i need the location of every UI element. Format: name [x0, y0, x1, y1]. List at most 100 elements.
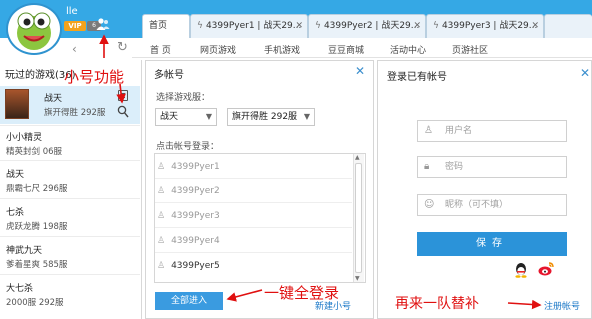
- refresh-icon[interactable]: ↻: [117, 40, 128, 55]
- account-name: 4399Pyer2: [171, 186, 220, 196]
- annotation-small-account: 小号功能: [64, 68, 125, 86]
- close-icon[interactable]: ✕: [355, 64, 365, 78]
- divider: [0, 160, 140, 161]
- game-name[interactable]: 战天: [6, 167, 24, 180]
- tab-label: 首页: [149, 21, 168, 31]
- divider: [155, 178, 352, 179]
- lightning-icon: ϟ: [315, 21, 321, 31]
- lightning-icon: ϟ: [197, 21, 203, 31]
- scroll-up-icon[interactable]: ▲: [355, 154, 360, 161]
- close-icon[interactable]: ✕: [413, 15, 421, 37]
- password-placeholder: 密码: [445, 162, 464, 172]
- tab-account-1[interactable]: ϟ 4399Pyer1 | 战天29... ✕: [190, 14, 308, 38]
- enter-all-button[interactable]: 全部进入: [155, 292, 223, 310]
- game-server: 虎跃龙腾 198服: [6, 222, 68, 232]
- tab-label: 4399Pyer1 | 战天29...: [205, 21, 302, 31]
- game-server: 鼎霸七尺 296服: [6, 184, 68, 194]
- nav-doudou-mall[interactable]: 豆豆商城: [328, 43, 364, 56]
- chevron-down-icon: ▼: [303, 112, 310, 121]
- account-item[interactable]: ♙ 4399Pyer2: [157, 186, 220, 196]
- nav-web-games[interactable]: 网页游戏: [200, 43, 236, 56]
- chevron-down-icon: ▼: [205, 112, 212, 121]
- game-name[interactable]: 小小精灵: [6, 130, 42, 143]
- account-name: 4399Pyer4: [171, 236, 220, 246]
- divider: [0, 125, 140, 126]
- scrollbar-thumb[interactable]: [355, 163, 362, 273]
- user-icon: ♙: [157, 261, 166, 271]
- register-link[interactable]: 注册帐号: [544, 299, 580, 312]
- user-icon: ♙: [157, 186, 166, 196]
- game-name[interactable]: 神武九天: [6, 243, 42, 256]
- username-placeholder: 用户名: [445, 126, 473, 136]
- game-server: 旗开得胜 292服: [44, 108, 106, 118]
- tab-label: 4399Pyer2 | 战天29...: [323, 21, 420, 31]
- user-icon: ♙: [157, 211, 166, 221]
- panel-title: 多帐号: [154, 70, 184, 81]
- small-account-search-icon[interactable]: [117, 105, 129, 118]
- divider: [155, 252, 352, 253]
- divider: [0, 198, 140, 199]
- account-item[interactable]: ♙ 4399Pyer4: [157, 236, 220, 246]
- nickname-placeholder: 昵称（可不填）: [445, 200, 509, 210]
- divider: [0, 236, 140, 237]
- divider: [155, 202, 352, 203]
- user-icon: ♙: [157, 162, 166, 172]
- account-name: 4399Pyer1: [171, 162, 220, 172]
- select-server-label: 选择游戏服：: [156, 93, 211, 103]
- username-field[interactable]: ♙ 用户名: [417, 120, 567, 142]
- tab-account-2[interactable]: ϟ 4399Pyer2 | 战天29... ✕: [308, 14, 426, 38]
- click-login-label: 点击帐号登录：: [156, 142, 220, 152]
- account-item[interactable]: ♙ 4399Pyer1: [157, 162, 220, 172]
- lightning-icon: ϟ: [433, 21, 439, 31]
- password-field[interactable]: 🔒︎ 密码: [417, 156, 567, 178]
- user-icon: ♙: [157, 236, 166, 246]
- tab-label: 4399Pyer3 | 战天29...: [441, 21, 538, 31]
- game-name[interactable]: 大七杀: [6, 281, 33, 294]
- weibo-icon[interactable]: [538, 262, 554, 276]
- save-button[interactable]: 保存: [417, 232, 567, 256]
- game-server: 爹着星爽 585服: [6, 260, 68, 270]
- game-server: 精英封剑 06服: [6, 147, 63, 157]
- login-existing-panel: [377, 60, 592, 319]
- tab-overflow[interactable]: [544, 14, 592, 38]
- account-item[interactable]: ♙ 4399Pyer3: [157, 211, 220, 221]
- tab-home[interactable]: 首页: [142, 14, 190, 38]
- divider: [155, 227, 352, 228]
- nav-home[interactable]: 首 页: [150, 43, 171, 56]
- smiley-icon: ☺: [424, 199, 435, 210]
- close-icon[interactable]: ✕: [580, 66, 590, 80]
- back-arrow-icon[interactable]: ‹: [72, 42, 77, 56]
- game-thumbnail: [5, 89, 29, 119]
- close-icon[interactable]: ✕: [531, 15, 539, 37]
- tab-account-3[interactable]: ϟ 4399Pyer3 | 战天29... ✕: [426, 14, 544, 38]
- game-select-value: 战天: [160, 112, 179, 122]
- note-icon[interactable]: [118, 90, 128, 101]
- account-name: 4399Pyer5: [171, 261, 220, 271]
- game-server: 2000服 292服: [6, 298, 64, 308]
- account-item[interactable]: ♙ 4399Pyer5: [157, 261, 220, 271]
- server-select[interactable]: 旗开得胜 292服 ▼: [227, 108, 315, 126]
- game-name: 战天: [44, 94, 63, 104]
- nav-activity-center[interactable]: 活动中心: [390, 43, 426, 56]
- panel-title: 登录已有帐号: [387, 72, 447, 83]
- user-icon: ♙: [424, 125, 433, 136]
- nav-community[interactable]: 页游社区: [452, 43, 488, 56]
- annotation-one-click-login: 一键全登录: [264, 284, 340, 302]
- annotation-another-team: 再来一队替补: [395, 296, 479, 312]
- divider: [0, 274, 140, 275]
- server-select-value: 旗开得胜 292服: [232, 112, 298, 122]
- avatar[interactable]: [6, 3, 62, 55]
- lock-icon: 🔒︎: [424, 161, 430, 172]
- nickname-field[interactable]: ☺ 昵称（可不填）: [417, 194, 567, 216]
- nav-mobile-games[interactable]: 手机游戏: [264, 43, 300, 56]
- game-name[interactable]: 七杀: [6, 205, 24, 218]
- multi-account-icon[interactable]: [96, 17, 110, 31]
- qq-icon[interactable]: [514, 262, 528, 278]
- vip-badge: VIP: [64, 21, 86, 31]
- frog-mascot-icon: [17, 12, 51, 50]
- close-icon[interactable]: ✕: [295, 15, 303, 37]
- game-select[interactable]: 战天 ▼: [155, 108, 217, 126]
- scroll-down-icon[interactable]: ▼: [355, 275, 360, 282]
- account-name: 4399Pyer3: [171, 211, 220, 221]
- username: lle: [66, 6, 78, 17]
